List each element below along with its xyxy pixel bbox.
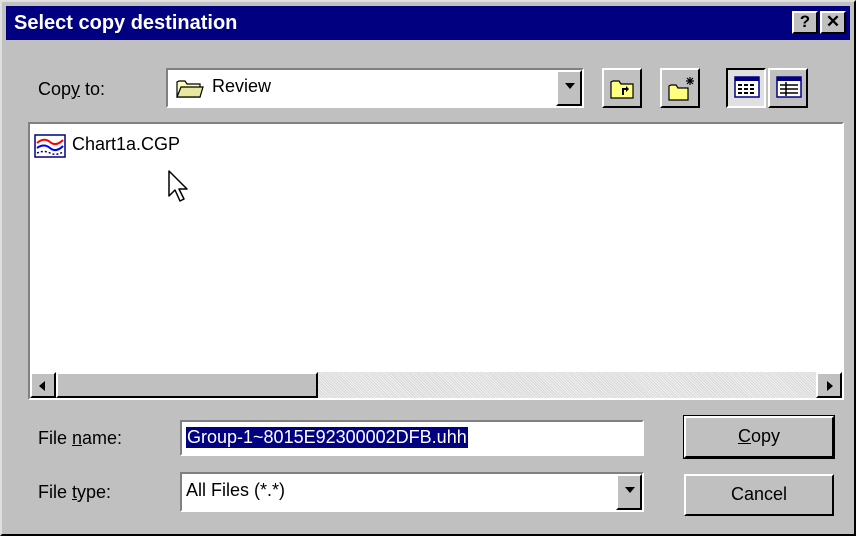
details-view-button[interactable] — [768, 68, 808, 108]
file-type-dropdown[interactable]: All Files (*.*) — [180, 472, 644, 512]
cancel-button[interactable]: Cancel — [684, 474, 834, 516]
dialog-title: Select copy destination — [14, 12, 238, 34]
file-type-dropdown-arrow[interactable] — [616, 474, 642, 510]
file-list[interactable]: Chart1a.CGP — [28, 122, 844, 400]
folder-icon — [176, 80, 204, 98]
help-icon: ? — [799, 12, 811, 31]
up-one-level-button[interactable] — [602, 68, 642, 108]
list-view-button[interactable] — [726, 68, 766, 108]
list-view-icon — [734, 76, 760, 98]
chart-file-icon — [34, 134, 66, 158]
copy-to-dropdown[interactable]: Review — [166, 68, 584, 108]
new-folder-icon — [668, 77, 694, 101]
file-name-field[interactable]: Group-1~8015E92300002DFB.uhh — [180, 420, 644, 456]
select-copy-destination-dialog: Select copy destination ? ✕ Copy to: Rev… — [0, 0, 856, 536]
horizontal-scrollbar[interactable] — [30, 372, 842, 398]
mouse-cursor-icon — [168, 170, 188, 202]
copy-to-label: Copy to: — [38, 79, 106, 99]
copy-to-value: Review — [212, 76, 272, 96]
copy-to-dropdown-arrow[interactable] — [556, 70, 582, 106]
file-name-text: Chart1a.CGP — [72, 134, 181, 154]
file-name-label: File name: — [38, 428, 123, 448]
help-button[interactable]: ? — [792, 11, 818, 34]
file-type-value: All Files (*.*) — [186, 480, 286, 500]
details-view-icon — [776, 76, 802, 98]
scroll-right-button[interactable] — [816, 372, 842, 398]
copy-button[interactable]: Copy — [683, 415, 835, 459]
file-type-label: File type: — [38, 482, 112, 502]
new-folder-button[interactable] — [660, 68, 700, 108]
file-name-value: Group-1~8015E92300002DFB.uhh — [186, 427, 468, 448]
up-one-level-icon — [610, 80, 634, 99]
scroll-thumb[interactable] — [56, 372, 318, 398]
close-icon: ✕ — [825, 12, 841, 31]
scroll-left-button[interactable] — [30, 372, 56, 398]
close-button[interactable]: ✕ — [820, 11, 846, 34]
title-bar[interactable]: Select copy destination ? ✕ — [6, 6, 850, 40]
